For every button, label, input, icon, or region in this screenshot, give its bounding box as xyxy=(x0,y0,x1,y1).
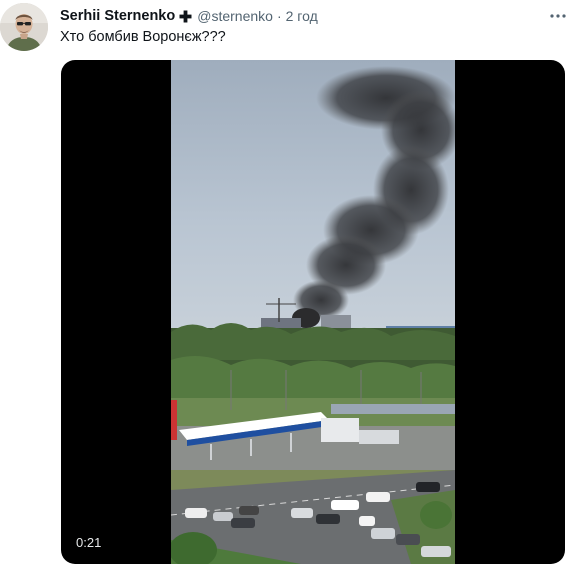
separator-dot: · xyxy=(276,8,282,24)
more-dots-icon xyxy=(550,14,566,18)
tweet-header: Serhii Sternenko @sternenko · 2 год xyxy=(60,7,318,25)
video-player[interactable]: 0:21 xyxy=(61,60,565,564)
video-frame xyxy=(171,60,455,564)
more-button[interactable] xyxy=(548,6,568,26)
video-thumbnail xyxy=(171,60,455,564)
video-duration: 0:21 xyxy=(70,534,108,551)
author-handle[interactable]: @sternenko xyxy=(197,8,273,24)
tweet-text: Хто бомбив Воронєж??? xyxy=(60,29,226,45)
author-name[interactable]: Serhii Sternenko xyxy=(60,8,175,24)
avatar-image xyxy=(0,3,48,51)
cross-plus-icon xyxy=(179,10,192,23)
timestamp[interactable]: 2 год xyxy=(286,8,318,24)
avatar[interactable] xyxy=(0,3,48,51)
